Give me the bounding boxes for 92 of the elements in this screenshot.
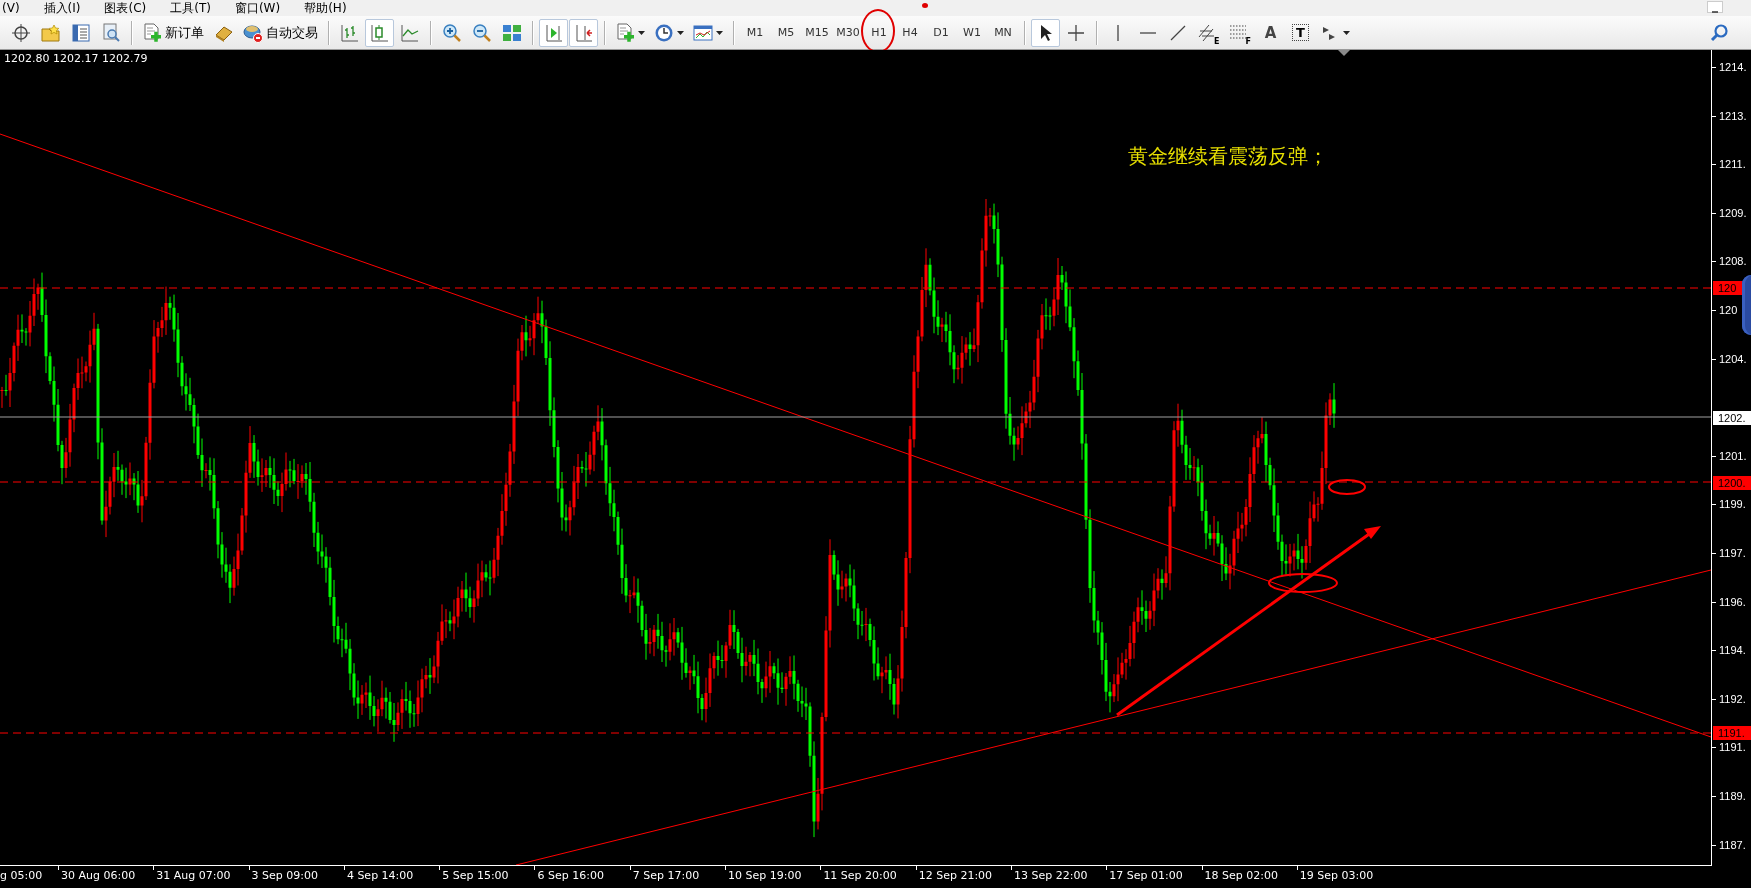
- ellipse-mark: [1328, 479, 1366, 495]
- auto-scroll-button[interactable]: [539, 18, 568, 47]
- time-label: 18 Sep 02:00: [1204, 869, 1278, 882]
- ohlc-readout: 1202.80 1202.17 1202.79: [4, 52, 148, 65]
- zoom-in-icon: [441, 22, 462, 43]
- cursor-button[interactable]: [1031, 18, 1060, 47]
- caret-icon: [1342, 30, 1350, 35]
- menu-item[interactable]: 图表(C): [104, 0, 147, 16]
- time-label: 19 Sep 03:00: [1299, 869, 1374, 882]
- price-label: 1197.: [1719, 546, 1746, 559]
- time-label: 12 Sep 21:00: [918, 869, 993, 882]
- price-label: 1208.: [1719, 255, 1747, 268]
- price-label: 1201.: [1719, 449, 1747, 462]
- time-label: 5 Sep 15:00: [442, 869, 509, 882]
- crosshair-plus-icon: [1065, 22, 1086, 43]
- minimize-button[interactable]: [1707, 1, 1723, 13]
- price-label: 1211.: [1719, 158, 1746, 171]
- timeframe-button[interactable]: M5: [771, 18, 801, 47]
- time-label: 4 Sep 14:00: [346, 869, 414, 882]
- menu-item[interactable]: (V): [2, 0, 20, 16]
- menu-item[interactable]: 插入(I): [43, 0, 81, 16]
- time-label: 17 Sep 01:00: [1109, 869, 1183, 882]
- round-badge-icon: [1742, 275, 1751, 335]
- timeframe-button[interactable]: M30: [833, 18, 863, 47]
- line-chart-icon: [399, 22, 420, 43]
- timeframe-button[interactable]: W1: [957, 18, 987, 47]
- zoom-out-icon: [471, 22, 492, 43]
- text-label-button[interactable]: T: [1285, 18, 1315, 47]
- chart-note: 黄金继续看震荡反弹；: [1128, 143, 1328, 170]
- time-label: 3 Sep 09:00: [251, 869, 319, 882]
- time-label: 13 Sep 22:00: [1013, 869, 1088, 882]
- time-label: 30 Aug 06:00: [61, 869, 136, 882]
- timeframe-button[interactable]: H4: [895, 18, 925, 47]
- time-label: 31 Aug 07:00: [156, 869, 231, 882]
- price-label: 1204.: [1719, 352, 1747, 365]
- timeframe-button[interactable]: D1: [926, 18, 956, 47]
- price-label: 1209.: [1719, 206, 1747, 219]
- chart-template-icon: [693, 22, 713, 43]
- price-label: 1187.: [1719, 838, 1746, 851]
- caret-icon: [638, 30, 645, 35]
- price-label: 1189.: [1719, 789, 1746, 802]
- bar-chart-icon: [339, 22, 360, 43]
- menu-item[interactable]: 工具(T): [170, 0, 211, 16]
- price-label: 1214.: [1719, 61, 1747, 73]
- time-label: 6 Sep 16:00: [537, 869, 604, 882]
- candlestick-icon: [369, 22, 390, 43]
- time-label: g 05:00: [0, 869, 43, 882]
- chart-shift-icon: [573, 22, 594, 43]
- menu-item[interactable]: 帮助(H): [304, 0, 347, 16]
- auto-trading-button[interactable]: 自动交易: [239, 18, 322, 47]
- tile-windows-icon: [501, 22, 522, 43]
- text-tool-button[interactable]: A: [1255, 18, 1285, 47]
- vertical-line-icon: [1116, 24, 1119, 41]
- timeframe-button[interactable]: M15: [802, 18, 832, 47]
- price-marker: 1200.: [1713, 476, 1751, 490]
- price-label: 1191.: [1719, 741, 1746, 754]
- price-label: 1192.: [1719, 692, 1746, 705]
- crosshair-icon: [10, 22, 31, 43]
- timeframe-button[interactable]: H1: [864, 18, 894, 47]
- price-label: 1194.: [1719, 644, 1746, 657]
- hatched-channel-icon: [1197, 22, 1217, 43]
- timeframe-button[interactable]: MN: [988, 18, 1018, 47]
- candlestick-button[interactable]: [365, 18, 394, 47]
- time-label: 7 Sep 17:00: [632, 869, 700, 882]
- chart-shift-button[interactable]: [569, 18, 598, 47]
- time-label: 10 Sep 19:00: [728, 869, 802, 882]
- price-label: 1196.: [1719, 595, 1746, 608]
- caret-icon: [677, 30, 684, 35]
- auto-scroll-icon: [543, 22, 564, 43]
- dot-mark: [922, 3, 928, 8]
- caret-icon: [716, 30, 723, 35]
- price-label: 1199.: [1719, 498, 1746, 511]
- new-order-button[interactable]: 新订单: [138, 18, 208, 47]
- time-label: 11 Sep 20:00: [823, 869, 897, 882]
- document-plus-icon: [142, 22, 162, 43]
- price-marker: 1191.: [1713, 726, 1751, 740]
- timeframe-button[interactable]: M1: [740, 18, 770, 47]
- clock-icon: [654, 22, 674, 43]
- horizontal-line-icon: [1139, 31, 1156, 34]
- data-window-icon: [70, 22, 91, 43]
- document-magnifier-icon: [100, 22, 121, 43]
- ellipse-mark: [1268, 573, 1338, 593]
- price-label: 120: [1719, 303, 1738, 316]
- price-label: 1213.: [1719, 109, 1747, 122]
- fibonacci-button[interactable]: F: [1224, 18, 1255, 47]
- document-plus-icon: [615, 22, 635, 43]
- channel-button[interactable]: E: [1193, 18, 1224, 47]
- search-icon: [1709, 22, 1730, 43]
- menu-item[interactable]: 窗口(W): [234, 0, 281, 16]
- folder-star-icon: [40, 22, 61, 43]
- price-marker: 1202.: [1713, 411, 1751, 425]
- robot-stop-icon: [243, 22, 263, 43]
